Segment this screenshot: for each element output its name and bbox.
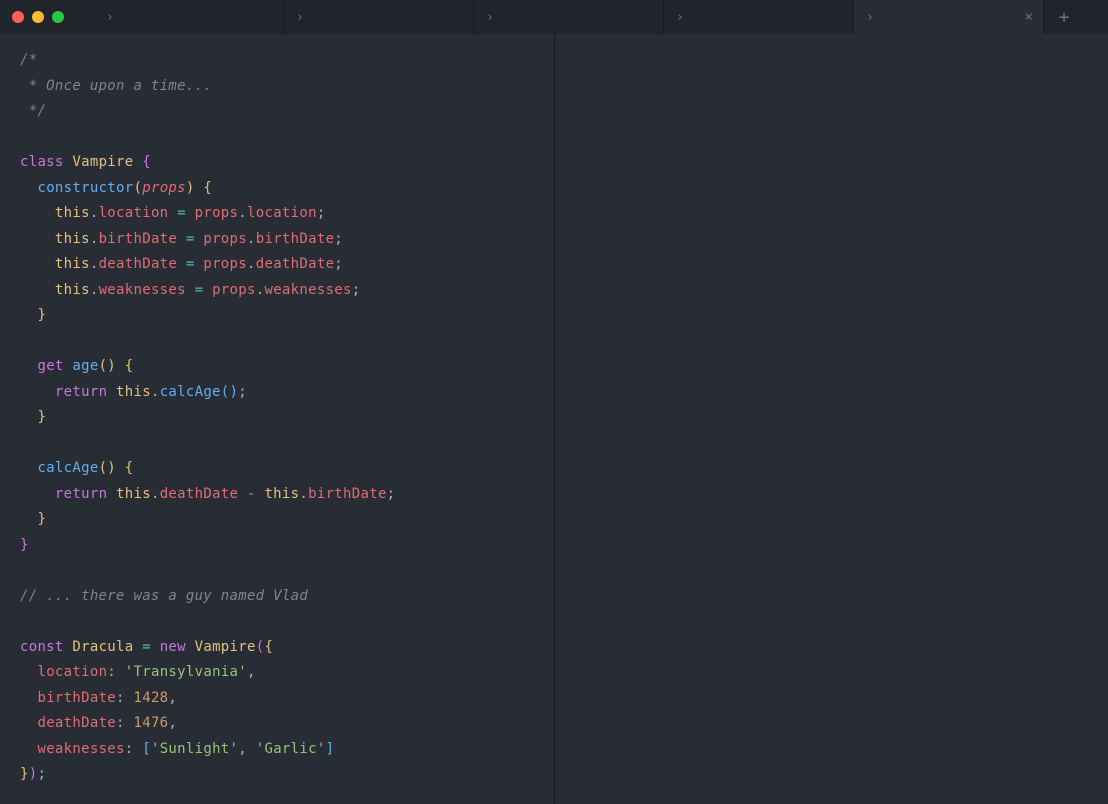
const-name: Dracula [72,639,133,655]
property: weaknesses [37,741,124,757]
brace: { [142,154,151,170]
property: birthDate [308,486,387,502]
property: birthDate [256,231,335,247]
tab-4[interactable]: › [664,0,854,34]
comment-line: // ... there was a guy named Vlad [20,588,308,604]
paren: ) [186,180,195,196]
identifier: props [203,256,247,272]
method-name: age [72,358,98,374]
property: deathDate [37,715,116,731]
operator: = [177,205,186,221]
brace: } [20,766,29,782]
new-tab-button[interactable]: + [1044,0,1084,34]
traffic-lights [0,11,94,23]
bracket: [ [142,741,151,757]
chevron-right-icon: › [106,10,114,25]
property: birthDate [37,690,116,706]
brace: } [20,537,29,553]
string-literal: 'Sunlight' [151,741,238,757]
property: location [99,205,169,221]
class-name: Vampire [72,154,133,170]
close-window-button[interactable] [12,11,24,23]
number-literal: 1476 [134,715,169,731]
editor-area: /* * Once upon a time... */ class Vampir… [0,34,1108,804]
titlebar: › › › › › × + [0,0,1108,34]
brace: { [203,180,212,196]
comment-line: /* [20,52,37,68]
method-name: constructor [37,180,133,196]
brace: } [37,307,46,323]
brace: { [264,639,273,655]
keyword: return [55,384,107,400]
bracket: ] [326,741,335,757]
keyword: return [55,486,107,502]
property: deathDate [256,256,335,272]
identifier: props [212,282,256,298]
method-call: calcAge [160,384,221,400]
tab-5[interactable]: › × [854,0,1044,34]
method-name: calcAge [37,460,98,476]
brace: } [37,409,46,425]
operator: = [195,282,204,298]
chevron-right-icon: › [486,10,494,25]
code-editor[interactable]: /* * Once upon a time... */ class Vampir… [0,34,554,804]
this-keyword: this [55,205,90,221]
keyword: class [20,154,64,170]
property: weaknesses [264,282,351,298]
this-keyword: this [116,384,151,400]
keyword: get [37,358,63,374]
close-tab-icon[interactable]: × [1025,9,1033,25]
tab-2[interactable]: › [284,0,474,34]
this-keyword: this [264,486,299,502]
brace: { [125,460,134,476]
chevron-right-icon: › [676,10,684,25]
paren: () [221,384,238,400]
string-literal: 'Transylvania' [125,664,247,680]
comment-line: */ [20,103,46,119]
this-keyword: this [55,231,90,247]
operator: - [247,486,256,502]
code-editor-right[interactable] [555,34,1108,804]
minimize-window-button[interactable] [32,11,44,23]
operator: = [186,256,195,272]
chevron-right-icon: › [296,10,304,25]
brace: } [37,511,46,527]
keyword: const [20,639,64,655]
property: birthDate [99,231,178,247]
operator: = [142,639,151,655]
identifier: props [203,231,247,247]
tab-1[interactable]: › [94,0,284,34]
property: deathDate [99,256,178,272]
paren: () [99,358,116,374]
class-name: Vampire [195,639,256,655]
comment-line: * Once upon a time... [20,78,212,94]
tab-3[interactable]: › [474,0,664,34]
brace: { [125,358,134,374]
tab-bar: › › › › › × + [94,0,1108,34]
param: props [142,180,186,196]
string-literal: 'Garlic' [256,741,326,757]
paren: () [99,460,116,476]
keyword: new [160,639,186,655]
property: location [37,664,107,680]
property: weaknesses [99,282,186,298]
operator: = [186,231,195,247]
this-keyword: this [116,486,151,502]
this-keyword: this [55,256,90,272]
this-keyword: this [55,282,90,298]
number-literal: 1428 [134,690,169,706]
maximize-window-button[interactable] [52,11,64,23]
paren: ( [134,180,143,196]
chevron-right-icon: › [866,10,874,25]
property: location [247,205,317,221]
identifier: props [195,205,239,221]
property: deathDate [160,486,239,502]
